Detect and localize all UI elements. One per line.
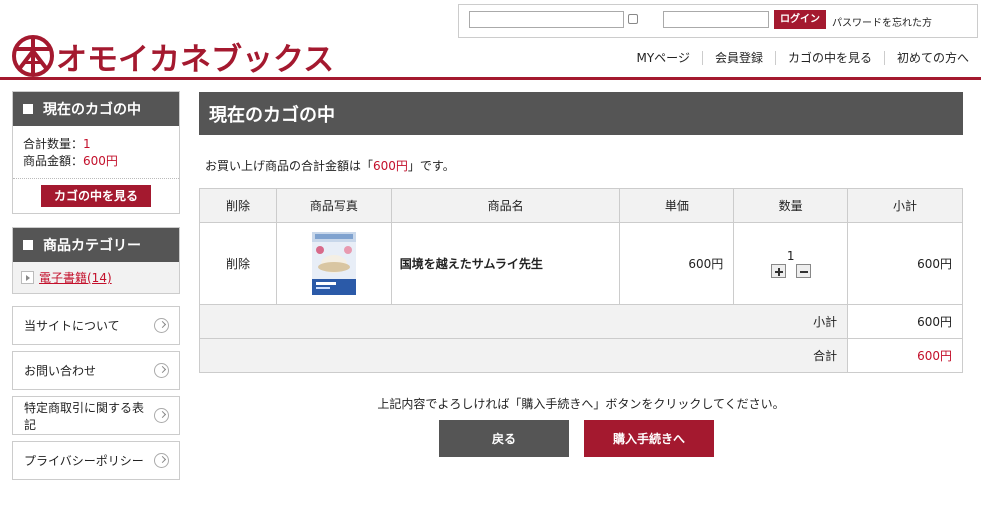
remember-checkbox[interactable] xyxy=(628,14,638,24)
total-message-amount: 600円 xyxy=(373,159,408,173)
col-subtotal: 小計 xyxy=(847,188,963,223)
login-button[interactable]: ログイン xyxy=(774,10,826,29)
col-photo: 商品写真 xyxy=(275,188,392,223)
back-button[interactable]: 戻る xyxy=(439,420,569,457)
nav-view-cart[interactable]: カゴの中を見る xyxy=(774,51,884,65)
chevron-right-icon xyxy=(154,408,169,423)
login-password-input[interactable] xyxy=(663,11,769,28)
purchase-button[interactable]: 購入手続きへ xyxy=(584,420,714,457)
row-subtotal: 600円 xyxy=(847,222,963,305)
logo-text: オモイカネブックス xyxy=(56,41,335,78)
delete-link[interactable]: 削除 xyxy=(199,222,277,305)
page-title: 現在のカゴの中 xyxy=(199,92,963,135)
col-quantity: 数量 xyxy=(733,188,849,223)
top-nav: MYページ 会員登録 カゴの中を見る 初めての方へ xyxy=(625,51,969,65)
total-message: お買い上げ商品の合計金額は「600円」です。 xyxy=(205,159,455,173)
confirm-message: 上記内容でよろしければ「購入手続きへ」ボタンをクリックしてください。 xyxy=(377,397,785,411)
square-icon xyxy=(23,240,33,250)
chevron-right-icon xyxy=(154,318,169,333)
category-item[interactable]: 電子書籍(14) xyxy=(13,262,179,293)
plus-icon[interactable] xyxy=(770,263,786,278)
total-value: 600円 xyxy=(847,338,963,373)
subtotal-row: 小計 600円 xyxy=(198,304,963,339)
unit-price: 600円 xyxy=(619,222,735,305)
chevron-right-icon xyxy=(154,453,169,468)
login-box: ログイン パスワードを忘れた方 xyxy=(458,4,978,38)
nav-register[interactable]: 会員登録 xyxy=(701,51,775,65)
login-id-input[interactable] xyxy=(469,11,624,28)
col-unit-price: 単価 xyxy=(619,188,735,223)
sidebar-link-privacy[interactable]: プライバシーポリシー xyxy=(12,441,180,480)
quantity-cell: 1 xyxy=(733,222,849,305)
cart-qty-value: 1 xyxy=(83,137,91,151)
forgot-password-link[interactable]: パスワードを忘れた方 xyxy=(832,14,932,29)
sidebar-cart-title: 現在のカゴの中 xyxy=(13,92,179,126)
product-thumbnail[interactable] xyxy=(311,232,356,295)
quantity-value: 1 xyxy=(786,249,795,264)
sidebar-link-contact[interactable]: お問い合わせ xyxy=(12,351,180,390)
square-icon xyxy=(23,104,33,114)
subtotal-value: 600円 xyxy=(847,304,963,339)
subtotal-label: 小計 xyxy=(198,304,849,339)
col-delete: 削除 xyxy=(199,188,277,223)
cart-amount-value: 600円 xyxy=(83,154,118,168)
minus-icon[interactable] xyxy=(795,263,811,278)
total-row: 合計 600円 xyxy=(198,338,963,373)
col-name: 商品名 xyxy=(390,188,621,223)
total-label: 合計 xyxy=(198,338,849,373)
header-divider xyxy=(0,77,981,80)
table-row: 削除 国境を越えたサムライ先生 600円 1 600円 xyxy=(199,222,963,305)
cart-table: 削除 商品写真 商品名 単価 数量 小計 削除 国境を越えたサムライ先生 600… xyxy=(198,188,963,373)
arrow-right-icon xyxy=(21,271,34,284)
nav-mypage[interactable]: MYページ xyxy=(625,51,702,65)
sidebar-category-title: 商品カテゴリー xyxy=(13,228,179,262)
category-ebooks-link[interactable]: 電子書籍(14) xyxy=(39,269,112,286)
product-name-link[interactable]: 国境を越えたサムライ先生 xyxy=(390,222,621,305)
cart-table-header: 削除 商品写真 商品名 単価 数量 小計 xyxy=(199,188,963,223)
chevron-right-icon xyxy=(154,363,169,378)
view-cart-button[interactable]: カゴの中を見る xyxy=(41,185,151,207)
nav-first-time[interactable]: 初めての方へ xyxy=(883,51,969,65)
sidebar-cart-box: 現在のカゴの中 合計数量：1 商品金額：600円 カゴの中を見る xyxy=(12,91,180,214)
cart-summary: 合計数量：1 商品金額：600円 xyxy=(13,126,179,179)
sidebar-category-box: 商品カテゴリー 電子書籍(14) xyxy=(12,227,180,294)
sidebar-link-about[interactable]: 当サイトについて xyxy=(12,306,180,345)
product-photo-cell xyxy=(275,222,392,305)
site-logo[interactable]: 本 オモイカネブックス xyxy=(12,34,334,78)
logo-mark-icon xyxy=(12,35,54,77)
sidebar-link-tokushoho[interactable]: 特定商取引に関する表記 xyxy=(12,396,180,435)
